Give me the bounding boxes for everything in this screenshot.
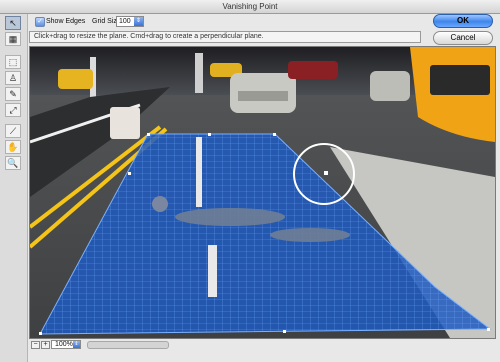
grid-size-value: 100 — [119, 18, 131, 25]
white-car — [370, 71, 410, 101]
orange-car-grille — [430, 65, 490, 95]
zoom-out-button[interactable]: − — [31, 341, 40, 349]
photo-preview — [30, 47, 495, 338]
hand-tool-icon[interactable]: ✋ — [5, 140, 21, 154]
silver-car-grille — [238, 91, 288, 101]
zoom-level-field[interactable]: 100% ⇕ — [51, 340, 81, 349]
cancel-button[interactable]: Cancel — [433, 31, 493, 45]
stepper-arrows-icon[interactable]: ⇕ — [134, 17, 143, 26]
eyedropper-glyph: ⟋ — [9, 125, 17, 136]
plane-handle[interactable] — [208, 133, 211, 136]
plane-handle[interactable] — [283, 330, 286, 333]
create-plane-tool-icon[interactable]: ▦ — [5, 32, 21, 46]
tool-palette: ↖ ▦ ⬚ ♙ ✎ ⤢ ⟋ ✋ 🔍 — [0, 14, 28, 362]
red-car — [288, 61, 338, 79]
plane-handle[interactable] — [487, 328, 490, 331]
marquee-tool-icon[interactable]: ⬚ — [5, 55, 21, 69]
stamp-tool-icon[interactable]: ♙ — [5, 71, 21, 85]
yellow-car-left — [58, 69, 93, 89]
photographer — [110, 107, 140, 139]
eyedropper-tool-icon[interactable]: ⟋ — [5, 124, 21, 138]
reclining-person-legs — [270, 228, 350, 242]
show-edges-checkbox[interactable]: ✓ — [35, 17, 45, 27]
zoom-in-button[interactable]: + — [41, 341, 50, 349]
hand-glyph: ✋ — [7, 141, 19, 152]
pillar — [195, 53, 203, 93]
plane-handle[interactable] — [324, 171, 328, 175]
edit-plane-tool-icon[interactable]: ↖ — [5, 16, 21, 30]
ok-button[interactable]: OK — [433, 14, 493, 28]
person-head — [152, 196, 168, 212]
brush-glyph: ✎ — [9, 88, 17, 99]
zoom-dropdown-icon[interactable]: ⇕ — [73, 341, 80, 348]
marquee-glyph: ⬚ — [8, 56, 18, 67]
transform-tool-icon[interactable]: ⤢ — [5, 103, 21, 117]
image-canvas[interactable] — [29, 46, 496, 339]
plane-handle[interactable] — [39, 332, 42, 335]
zoom-level-value: 100% — [55, 341, 73, 348]
edit-plane-glyph: ↖ — [9, 17, 17, 28]
window-title: Vanishing Point — [0, 0, 500, 14]
stamp-glyph: ♙ — [8, 72, 18, 83]
white-stripe — [208, 245, 217, 297]
create-plane-glyph: ▦ — [8, 33, 18, 44]
zoom-glyph: 🔍 — [7, 157, 19, 168]
grid-size-field[interactable]: 100 ⇕ — [116, 16, 144, 27]
horizontal-scrollbar[interactable] — [87, 341, 169, 349]
reclining-person — [175, 208, 285, 226]
plane-handle[interactable] — [147, 133, 150, 136]
white-stripe — [196, 137, 202, 207]
status-bar: − + 100% ⇕ — [29, 340, 496, 350]
plane-handle[interactable] — [128, 172, 131, 175]
plane-handle[interactable] — [273, 133, 276, 136]
hint-text: Click+drag to resize the plane. Cmd+drag… — [29, 31, 421, 43]
brush-tool-icon[interactable]: ✎ — [5, 87, 21, 101]
transform-glyph: ⤢ — [9, 104, 17, 115]
show-edges-label: Show Edges — [46, 18, 86, 25]
zoom-tool-icon[interactable]: 🔍 — [5, 156, 21, 170]
